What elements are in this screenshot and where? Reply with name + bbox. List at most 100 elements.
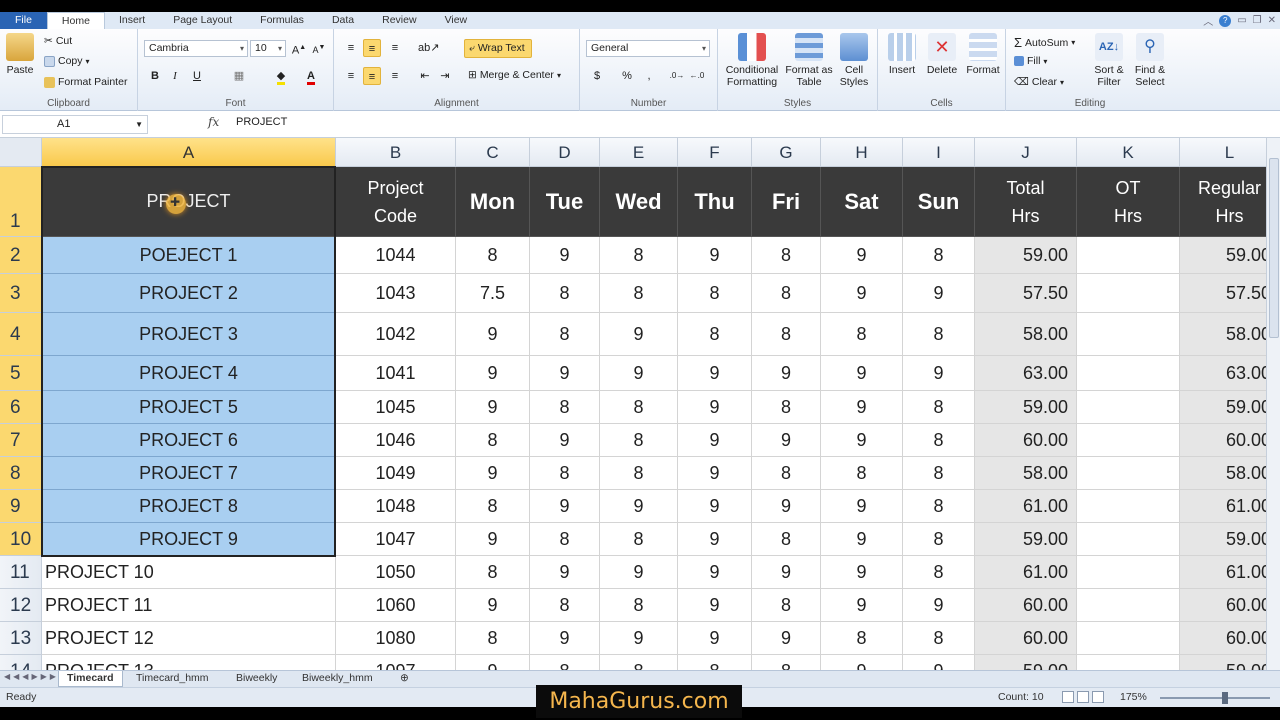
cell-regular[interactable]: 59.00	[1180, 523, 1280, 556]
cell-tue[interactable]: 9	[530, 237, 600, 274]
cell-thu[interactable]: 9	[678, 424, 752, 457]
close-icon[interactable]: ✕	[1268, 15, 1276, 26]
cell-sun[interactable]: 9	[903, 274, 975, 313]
cell-mon[interactable]: 9	[456, 457, 530, 490]
cell-regular[interactable]: 61.00	[1180, 490, 1280, 523]
row-header-10[interactable]: 10	[0, 523, 42, 556]
cell-regular[interactable]: 58.00	[1180, 313, 1280, 356]
row-header-14[interactable]: 14	[0, 655, 42, 670]
cell-tue[interactable]: 9	[530, 622, 600, 655]
cell-mon[interactable]: 9	[456, 589, 530, 622]
column-header-b[interactable]: B	[336, 138, 456, 167]
cell-ot[interactable]	[1077, 655, 1180, 670]
cell-mon[interactable]: 9	[456, 313, 530, 356]
font-color-icon[interactable]: A	[302, 67, 320, 85]
wrap-text-button[interactable]: ⤶ Wrap Text	[464, 39, 532, 58]
cell-sun[interactable]: 8	[903, 523, 975, 556]
normal-view-icon[interactable]	[1062, 691, 1074, 703]
increase-indent-icon[interactable]: ⇥	[436, 67, 454, 85]
cell-mon[interactable]: 8	[456, 556, 530, 589]
vertical-scrollbar[interactable]	[1266, 138, 1280, 670]
orientation-icon[interactable]: ab↗	[418, 39, 439, 57]
row-header-4[interactable]: 4	[0, 313, 42, 356]
cell-regular[interactable]: 59.00	[1180, 237, 1280, 274]
cell-sat[interactable]: 9	[821, 391, 903, 424]
cell-tue[interactable]: 8	[530, 274, 600, 313]
cell-fri[interactable]: 8	[752, 237, 821, 274]
cell-ot[interactable]	[1077, 424, 1180, 457]
align-left-icon[interactable]: ≡	[342, 67, 360, 85]
cell-wed[interactable]: 8	[600, 457, 678, 490]
cell-total[interactable]: 58.00	[975, 313, 1077, 356]
cell-regular[interactable]: 60.00	[1180, 622, 1280, 655]
header-total-hrs[interactable]: Total Hrs	[975, 167, 1077, 237]
cell-mon[interactable]: 7.5	[456, 274, 530, 313]
cell-sun[interactable]: 9	[903, 356, 975, 391]
column-header-f[interactable]: F	[678, 138, 752, 167]
bold-button[interactable]: B	[146, 67, 164, 85]
cell-regular[interactable]: 59.00	[1180, 391, 1280, 424]
cell-sun[interactable]: 8	[903, 490, 975, 523]
cell-mon[interactable]: 8	[456, 424, 530, 457]
cell-thu[interactable]: 9	[678, 356, 752, 391]
cell-project[interactable]: PROJECT 11	[42, 589, 336, 622]
header-wed[interactable]: Wed	[600, 167, 678, 237]
row-header-5[interactable]: 5	[0, 356, 42, 391]
delete-button[interactable]: ✕ Delete	[924, 33, 960, 76]
header-tue[interactable]: Tue	[530, 167, 600, 237]
cell-thu[interactable]: 9	[678, 589, 752, 622]
cell-wed[interactable]: 8	[600, 237, 678, 274]
fill-button[interactable]: Fill ▾	[1014, 55, 1047, 67]
cell-sun[interactable]: 8	[903, 556, 975, 589]
cell-project[interactable]: POEJECT 1	[42, 237, 336, 274]
font-size-dropdown[interactable]: 10	[250, 40, 286, 57]
cell-code[interactable]: 1043	[336, 274, 456, 313]
align-middle-icon[interactable]: ≡	[363, 39, 381, 57]
cell-sat[interactable]: 9	[821, 556, 903, 589]
cell-sat[interactable]: 9	[821, 589, 903, 622]
cell-regular[interactable]: 60.00	[1180, 589, 1280, 622]
row-header-3[interactable]: 3	[0, 274, 42, 313]
cell-code[interactable]: 1041	[336, 356, 456, 391]
cell-tue[interactable]: 9	[530, 556, 600, 589]
cell-code[interactable]: 1080	[336, 622, 456, 655]
row-header-13[interactable]: 13	[0, 622, 42, 655]
select-all-corner[interactable]	[0, 138, 42, 167]
align-right-icon[interactable]: ≡	[386, 67, 404, 85]
cell-sat[interactable]: 8	[821, 622, 903, 655]
cell-sat[interactable]: 8	[821, 457, 903, 490]
comma-button[interactable]: ,	[640, 67, 658, 85]
sheet-tab-timecard[interactable]: Timecard	[58, 671, 123, 687]
tab-file[interactable]: File	[0, 12, 47, 29]
chevron-down-icon[interactable]: ▼	[135, 116, 143, 133]
cell-regular[interactable]: 63.00	[1180, 356, 1280, 391]
minimize-icon[interactable]: ▭	[1237, 15, 1246, 26]
cell-thu[interactable]: 9	[678, 490, 752, 523]
header-thu[interactable]: Thu	[678, 167, 752, 237]
cell-total[interactable]: 59.00	[975, 391, 1077, 424]
cell-thu[interactable]: 9	[678, 556, 752, 589]
cell-regular[interactable]: 59.00	[1180, 655, 1280, 670]
page-break-view-icon[interactable]	[1092, 691, 1104, 703]
header-fri[interactable]: Fri	[752, 167, 821, 237]
cell-wed[interactable]: 9	[600, 622, 678, 655]
cell-code[interactable]: 1047	[336, 523, 456, 556]
sheet-tab-biweekly[interactable]: Biweekly	[228, 671, 285, 687]
column-header-c[interactable]: C	[456, 138, 530, 167]
cell-tue[interactable]: 8	[530, 457, 600, 490]
cell-fri[interactable]: 8	[752, 523, 821, 556]
cell-mon[interactable]: 8	[456, 237, 530, 274]
fill-color-icon[interactable]: ◆	[272, 67, 290, 85]
cell-ot[interactable]	[1077, 490, 1180, 523]
cell-thu[interactable]: 9	[678, 237, 752, 274]
cell-fri[interactable]: 9	[752, 556, 821, 589]
font-name-dropdown[interactable]: Cambria	[144, 40, 248, 57]
cell-sat[interactable]: 9	[821, 490, 903, 523]
cell-sun[interactable]: 8	[903, 622, 975, 655]
cell-total[interactable]: 57.50	[975, 274, 1077, 313]
column-header-a[interactable]: A	[42, 138, 336, 167]
cell-sun[interactable]: 9	[903, 589, 975, 622]
cell-wed[interactable]: 9	[600, 356, 678, 391]
column-header-k[interactable]: K	[1077, 138, 1180, 167]
cell-code[interactable]: 1049	[336, 457, 456, 490]
